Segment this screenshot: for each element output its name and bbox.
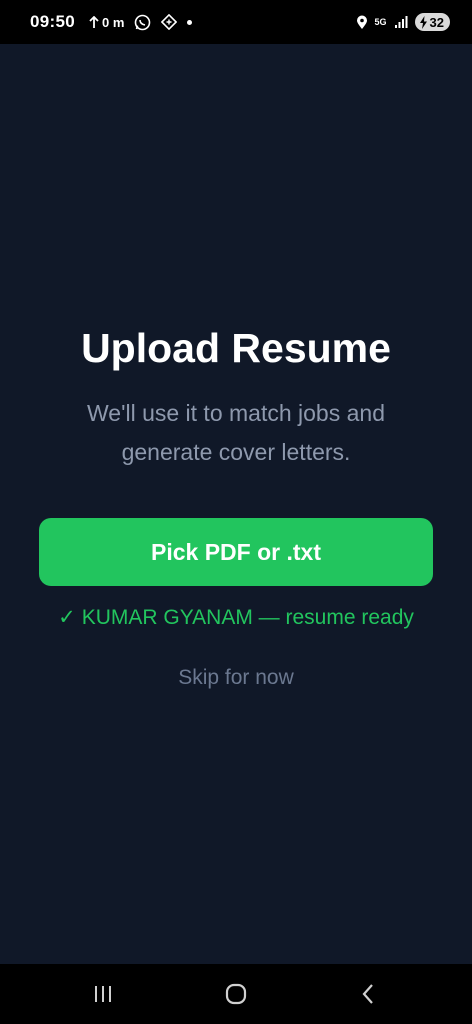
network-speed: 0 m: [89, 15, 124, 30]
recent-apps-button[interactable]: [68, 964, 138, 1024]
page-title: Upload Resume: [81, 325, 391, 371]
screen: 09:50 0 m 5G 32 Upload Resume We'll use …: [0, 0, 472, 1024]
home-button[interactable]: [201, 964, 271, 1024]
resume-status-text: KUMAR GYANAM — resume ready: [81, 606, 414, 629]
battery-charging-icon: [419, 15, 427, 29]
pick-file-button[interactable]: Pick PDF or .txt: [39, 518, 433, 586]
home-icon: [225, 983, 247, 1005]
status-bar: 09:50 0 m 5G 32: [0, 0, 472, 44]
battery-level: 32: [429, 14, 444, 30]
back-icon: [362, 984, 373, 1004]
5g-icon: 5G: [374, 17, 387, 27]
navigation-bar: [0, 964, 472, 1024]
resume-status: ✓ KUMAR GYANAM — resume ready: [0, 603, 472, 633]
location-icon: [356, 15, 367, 29]
whatsapp-icon: [135, 14, 151, 30]
skip-link[interactable]: Skip for now: [136, 662, 336, 694]
battery-indicator: 32: [414, 13, 450, 31]
app-icon: [161, 14, 178, 30]
recent-apps-icon: [95, 986, 111, 1002]
notification-dot-icon: [187, 19, 193, 25]
signal-icon: [394, 16, 408, 28]
status-time: 09:50: [30, 12, 75, 31]
check-icon: ✓: [58, 606, 76, 629]
back-button[interactable]: [333, 964, 403, 1024]
page-subtitle: We'll use it to match jobs and generate …: [86, 400, 385, 465]
network-speed-text: 0 m: [101, 14, 125, 30]
upload-arrow-icon: [89, 15, 99, 28]
status-bar-left: 09:50 0 m: [30, 0, 193, 44]
status-bar-right: 5G 32: [356, 0, 450, 44]
